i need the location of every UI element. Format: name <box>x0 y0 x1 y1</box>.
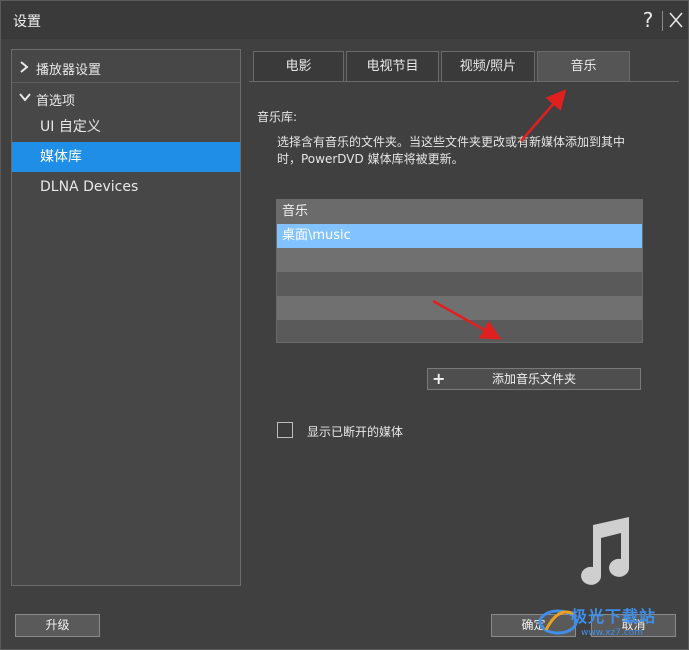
watermark-text: 极光下载站 <box>571 607 657 626</box>
arrow-to-music-tab <box>520 89 567 142</box>
watermark-url: www.xz7.com <box>581 628 643 638</box>
settings-dialog: 设置 ? 播放器设置 首选项 UI 自定义 媒体库 DLNA Devices 电… <box>0 0 689 650</box>
arrow-to-folder-list <box>432 299 502 340</box>
annotation-arrows <box>432 89 567 340</box>
